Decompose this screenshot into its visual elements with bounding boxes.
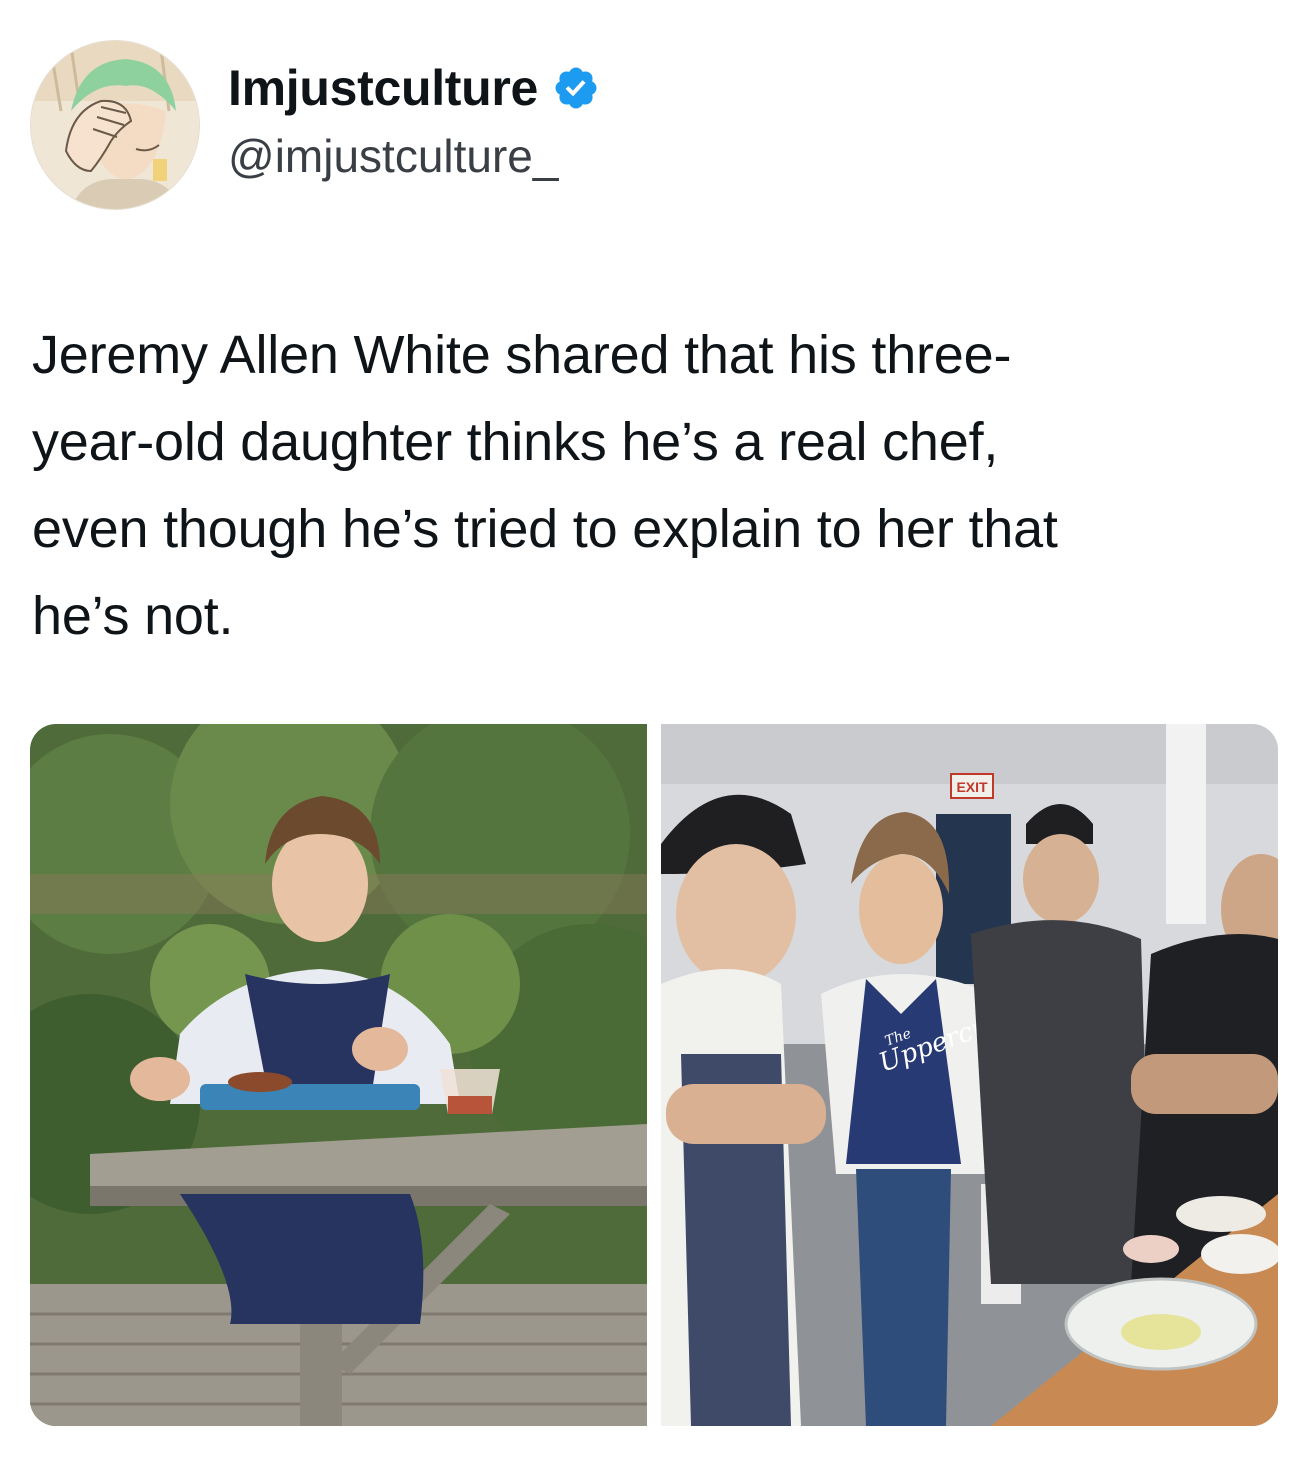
tweet-text: Jeremy Allen White shared that his three… (32, 325, 1058, 646)
media-grid: EXIT The Uppercut (30, 724, 1278, 1426)
exit-sign-text: EXIT (956, 779, 988, 795)
name-row: Imjustculture (228, 60, 600, 116)
user-handle[interactable]: @imjustculture_ (228, 128, 558, 184)
kitchen-team-photo: EXIT The Uppercut (661, 724, 1278, 1426)
anime-avatar-icon (31, 41, 199, 209)
photo-left[interactable] (30, 724, 647, 1426)
photo-right[interactable]: EXIT The Uppercut (661, 724, 1278, 1426)
avatar[interactable] (30, 40, 200, 210)
tweet-header: Imjustculture @imjustculture_ (30, 40, 1280, 212)
verified-badge-icon (555, 67, 597, 109)
display-name[interactable]: Imjustculture (228, 60, 538, 116)
chef-at-picnic-table-photo (30, 724, 647, 1426)
